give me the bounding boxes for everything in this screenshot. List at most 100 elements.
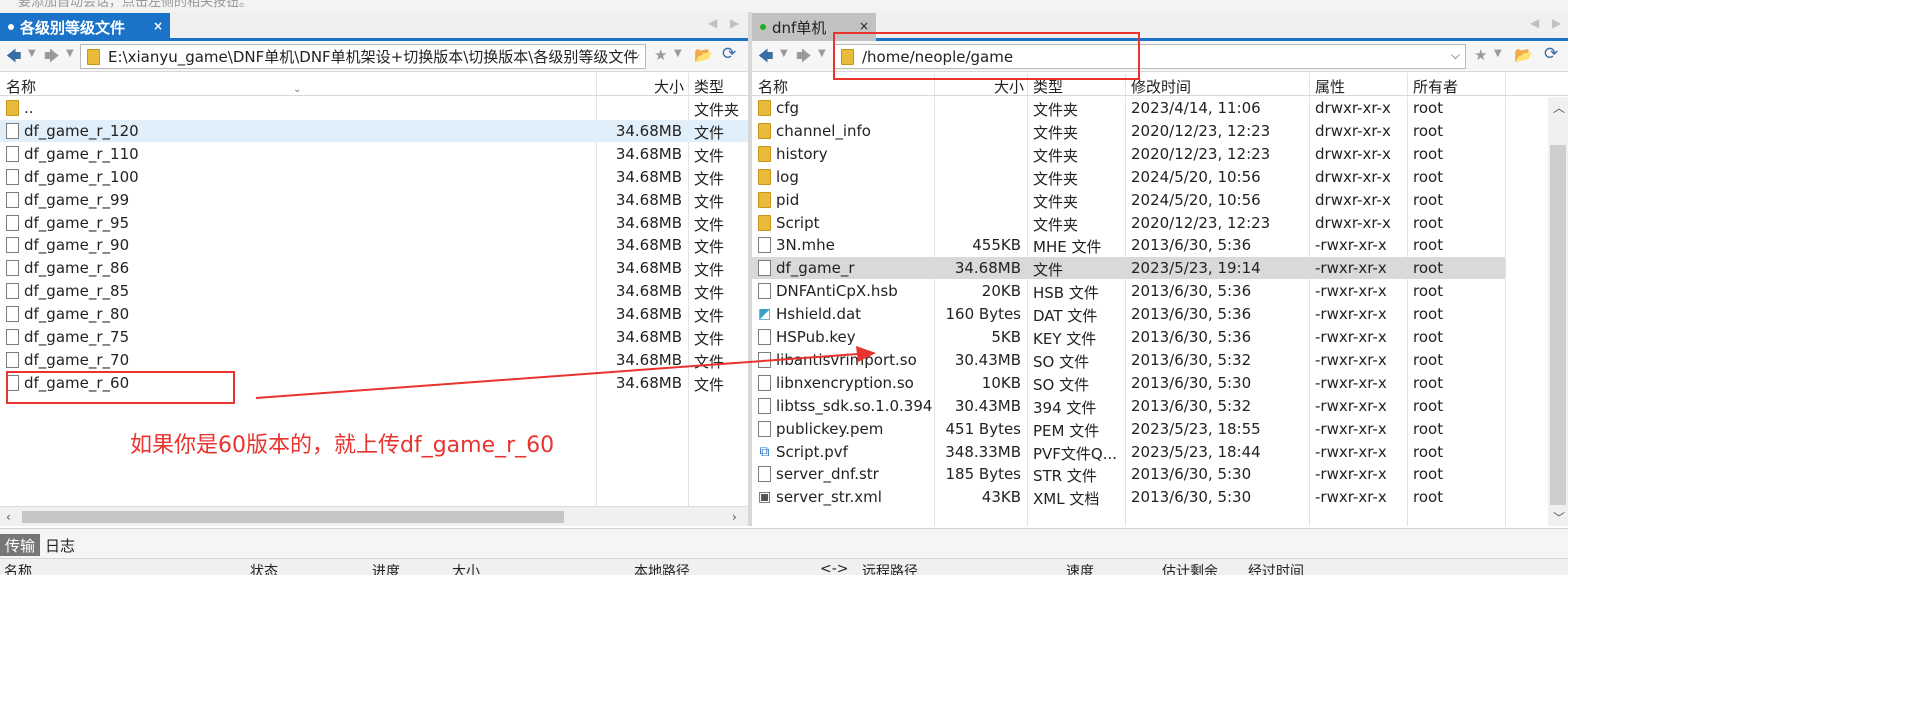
open-folder-icon[interactable]: 📂 (1514, 46, 1533, 64)
transfer-header-cell[interactable]: <-> (820, 561, 849, 575)
transfer-header-cell[interactable]: 估计剩余 (1162, 561, 1218, 575)
scroll-left-icon[interactable]: ‹ (6, 510, 11, 524)
header-size[interactable]: 大小 (600, 76, 684, 97)
bookmark-dropdown-icon[interactable]: ▼ (674, 48, 682, 59)
local-path-field[interactable]: E:\xianyu_game\DNF单机\DNF单机架设+切换版本\切换版本\各… (80, 44, 646, 69)
file-size: 34.68MB (615, 328, 682, 346)
transfer-header-cell[interactable]: 名称 (4, 561, 32, 575)
refresh-icon[interactable]: ⟳ (1544, 44, 1558, 64)
scroll-thumb[interactable] (1550, 145, 1566, 505)
tab-dot-icon (8, 24, 14, 30)
bookmark-star-icon[interactable]: ★ (1474, 46, 1487, 64)
file-type: 文件 (694, 307, 725, 326)
tab-transfer[interactable]: 传输 (0, 534, 41, 556)
list-item[interactable]: df_game_r_90 34.68MB 文件 (0, 234, 748, 256)
list-item[interactable]: df_game_r_86 34.68MB 文件 (0, 257, 748, 279)
back-dropdown-icon[interactable]: ▼ (28, 48, 36, 59)
refresh-icon[interactable]: ⟳ (722, 44, 736, 64)
list-item[interactable]: libtss_sdk.so.1.0.394 30.43MB 394 文件 2013/6… (752, 395, 1505, 417)
header-type[interactable]: 类型 (694, 76, 724, 97)
list-item[interactable]: libantisvrimport.so 30.43MB SO 文件 2013/6/30… (752, 349, 1505, 371)
header-permissions[interactable]: 属性 (1315, 76, 1345, 97)
tab-local-folder[interactable]: 各级别等级文件 × (0, 13, 170, 41)
transfer-header-cell[interactable]: 经过时间 (1248, 561, 1304, 575)
forward-arrow-icon[interactable]: 🡆 (44, 46, 60, 71)
file-size: 160 Bytes (945, 305, 1022, 324)
list-item[interactable]: HSPub.key 5KB KEY 文件 2013/6/30, 5:36 -rwxr-x… (752, 326, 1505, 348)
forward-dropdown-icon[interactable]: ▼ (66, 48, 74, 59)
scroll-right-icon[interactable]: › (732, 510, 737, 524)
list-item[interactable]: df_game_r 34.68MB 文件 2023/5/23, 19:14 -rwxr-… (752, 257, 1505, 280)
file-size: 34.68MB (615, 121, 682, 140)
tab-scroll-right-icon[interactable]: ▶ (1552, 16, 1561, 30)
list-item[interactable]: .. 文件夹 (0, 97, 748, 119)
list-item[interactable]: df_game_r_95 34.68MB 文件 (0, 212, 748, 234)
bookmark-star-icon[interactable]: ★ (654, 46, 667, 64)
forward-arrow-icon[interactable]: 🡆 (796, 46, 812, 71)
file-name: .. (24, 99, 34, 117)
scroll-up-icon[interactable]: ︿ (1553, 99, 1565, 116)
tab-scroll-right-icon[interactable]: ▶ (730, 16, 739, 30)
file-name: pid (776, 190, 800, 209)
file-icon (758, 466, 771, 483)
list-item[interactable]: ▣ server_str.xml 43KB XML 文档 2013/6/30, 5:30… (752, 486, 1505, 508)
transfer-header-cell[interactable]: 本地路径 (634, 561, 690, 575)
back-dropdown-icon[interactable]: ▼ (780, 48, 788, 59)
transfer-header-cell[interactable]: 进度 (372, 561, 400, 575)
chevron-down-icon[interactable]: ⌵ (631, 48, 640, 63)
file-name: df_game_r_85 (24, 282, 130, 301)
list-item[interactable]: log 文件夹 2024/5/20, 10:56 drwxr-xr-x root (752, 166, 1505, 188)
transfer-header-cell[interactable]: 大小 (452, 561, 480, 575)
list-item[interactable]: 3N.mhe 455KB MHE 文件 2013/6/30, 5:36 -rwxr-xr… (752, 234, 1505, 256)
xml-file-icon: ▣ (758, 489, 772, 506)
list-item[interactable]: df_game_r_100 34.68MB 文件 (0, 166, 748, 188)
open-folder-icon[interactable]: 📂 (694, 46, 713, 64)
list-item[interactable]: df_game_r_85 34.68MB 文件 (0, 280, 748, 302)
tab-close-icon[interactable]: × (859, 19, 869, 33)
chevron-down-icon[interactable]: ⌵ (1451, 48, 1460, 63)
list-item[interactable]: df_game_r_120 34.68MB 文件 (0, 119, 748, 142)
remote-vertical-scrollbar[interactable]: ︿ ﹀ (1548, 97, 1568, 526)
header-name[interactable]: 名称 (758, 76, 788, 97)
list-item[interactable]: libnxencryption.so 10KB SO 文件 2013/6/30, 5:… (752, 372, 1505, 394)
transfer-header-cell[interactable]: 状态 (250, 561, 278, 575)
transfer-header-cell[interactable]: 远程路径 (862, 561, 918, 575)
tab-close-icon[interactable]: × (153, 19, 163, 33)
list-item[interactable]: cfg 文件夹 2023/4/14, 11:06 drwxr-xr-x root (752, 97, 1505, 119)
back-arrow-icon[interactable]: 🡄 (758, 46, 774, 71)
file-modified: 2013/6/30, 5:30 (1131, 373, 1252, 392)
list-item[interactable]: df_game_r_70 34.68MB 文件 (0, 349, 748, 371)
header-owner[interactable]: 所有者 (1413, 76, 1458, 97)
transfer-header-cell[interactable]: 速度 (1066, 561, 1094, 575)
list-item[interactable]: ◩ Hshield.dat 160 Bytes DAT 文件 2013/6/30, 5:… (752, 303, 1505, 325)
file-size: 34.68MB (615, 190, 682, 209)
tab-title: dnf单机 (772, 18, 827, 37)
tab-scroll-left-icon[interactable]: ◀ (708, 16, 717, 30)
list-item[interactable]: Script 文件夹 2020/12/23, 12:23 drwxr-xr-x root (752, 212, 1505, 234)
list-item[interactable]: DNFAntiCpX.hsb 20KB HSB 文件 2013/6/30, 5:36 -… (752, 280, 1505, 302)
list-item[interactable]: pid 文件夹 2024/5/20, 10:56 drwxr-xr-x root (752, 189, 1505, 211)
back-arrow-icon[interactable]: 🡄 (6, 46, 22, 71)
file-name: HSPub.key (776, 328, 856, 346)
file-name: df_game_r_75 (24, 328, 130, 346)
local-horizontal-scrollbar[interactable]: ‹ › (0, 506, 748, 526)
tab-scroll-left-icon[interactable]: ◀ (1530, 16, 1539, 30)
list-item[interactable]: df_game_r_75 34.68MB 文件 (0, 326, 748, 348)
scroll-thumb[interactable] (22, 511, 564, 523)
list-item[interactable]: df_game_r_80 34.68MB 文件 (0, 303, 748, 325)
list-item[interactable]: df_game_r_110 34.68MB 文件 (0, 143, 748, 165)
file-type: DAT 文件 (1033, 307, 1098, 326)
list-item[interactable]: ⧉ Script.pvf 348.33MB PVF文件Q... 2023/5/23, 1… (752, 441, 1505, 463)
header-modified[interactable]: 修改时间 (1131, 76, 1191, 97)
list-item[interactable]: channel_info 文件夹 2020/12/23, 12:23 drwxr-xr… (752, 120, 1505, 142)
tab-log[interactable]: 日志 (40, 534, 80, 556)
list-item[interactable]: server_dnf.str 185 Bytes STR 文件 2013/6/30, … (752, 463, 1505, 485)
list-item[interactable]: history 文件夹 2020/12/23, 12:23 drwxr-xr-x roo… (752, 143, 1505, 165)
list-item[interactable]: df_game_r_99 34.68MB 文件 (0, 189, 748, 211)
scroll-down-icon[interactable]: ﹀ (1553, 509, 1565, 526)
header-name[interactable]: 名称 (6, 76, 36, 97)
forward-dropdown-icon[interactable]: ▼ (818, 48, 826, 59)
list-item[interactable]: publickey.pem 451 Bytes PEM 文件 2023/5/23, 1… (752, 418, 1505, 440)
file-type: 文件 (694, 330, 725, 348)
bookmark-dropdown-icon[interactable]: ▼ (1494, 48, 1502, 59)
